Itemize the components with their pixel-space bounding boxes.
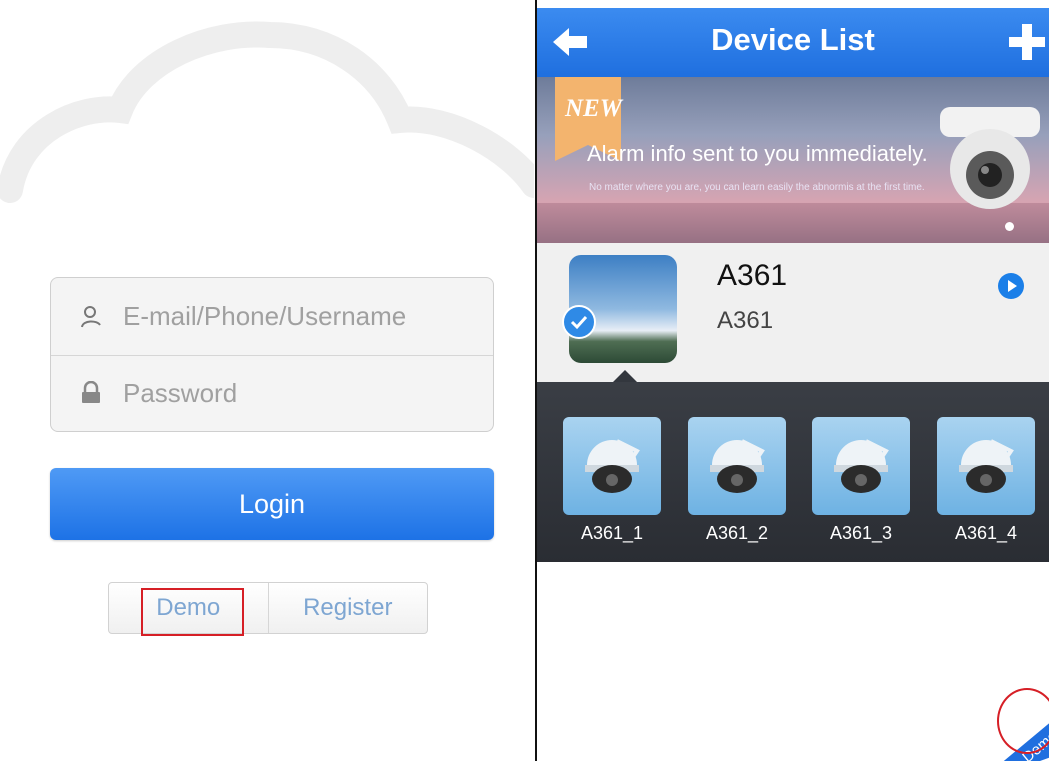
new-badge-label: NEW [565,95,622,122]
password-field [51,355,493,431]
device-item[interactable]: A361 A361 [537,243,1049,382]
dome-camera-icon [563,417,661,515]
user-icon [79,305,103,329]
check-icon [562,305,596,339]
add-icon[interactable] [1009,24,1045,60]
dome-camera-icon [937,417,1035,515]
banner-subtext: No matter where you are, you can learn e… [589,182,925,193]
demo-register-group: Demo Register [108,582,428,634]
page-title: Device List [711,22,875,57]
banner-headline: Alarm info sent to you immediately. [587,141,928,166]
promo-banner[interactable]: NEW Alarm info sent to you immediately. … [537,77,1049,243]
channel-item[interactable]: A361_1 [563,417,661,552]
register-button[interactable]: Register [267,583,428,633]
device-name: A361 [717,259,788,292]
cloud-illustration [0,21,534,203]
channel-label: A361_4 [954,523,1018,543]
channel-item[interactable]: A361_3 [812,417,910,552]
channel-label: A361_3 [829,523,893,543]
new-badge: NEW [555,77,622,161]
lock-icon [79,381,103,405]
login-button[interactable]: Login [50,468,494,540]
username-input[interactable] [123,301,453,332]
channel-item[interactable]: A361_4 [937,417,1035,552]
channel-strip: A361_1 A361_2 A361_3 A361_4 [537,370,1049,562]
dome-camera-icon [812,417,910,515]
login-form [50,277,494,432]
device-list-screen: Device List NEW Alarm info sent to you i… [537,0,1049,761]
demo-button[interactable]: Demo [109,583,268,633]
play-icon[interactable] [998,273,1024,299]
password-input[interactable] [123,377,453,409]
channel-label: A361_2 [705,523,769,543]
selection-notch [613,370,637,382]
demo-corner-badge[interactable]: Demo [985,690,1049,761]
username-field [51,278,493,356]
navigation-bar: Device List [537,8,1049,77]
channel-item[interactable]: A361_2 [688,417,786,552]
page-indicator-dot [1005,222,1014,231]
login-screen: Login Demo Register [0,0,534,761]
device-subtitle: A361 [717,307,774,334]
channel-label: A361_1 [580,523,644,543]
camera-image-icon [940,107,1040,209]
dome-camera-icon [688,417,786,515]
